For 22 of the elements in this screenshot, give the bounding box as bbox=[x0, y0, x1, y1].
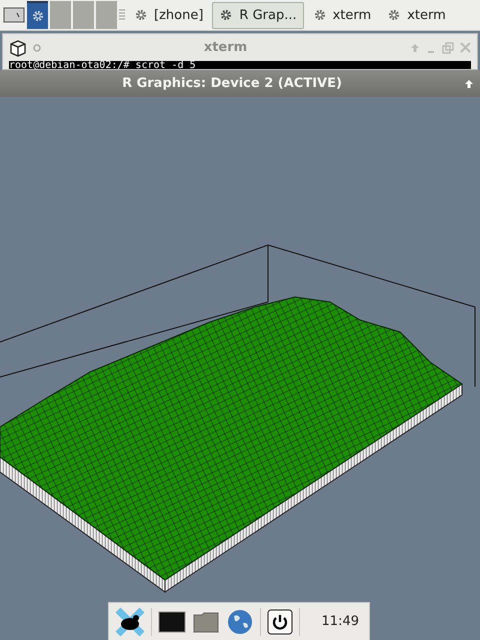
gear-icon bbox=[312, 8, 327, 22]
globe-icon[interactable] bbox=[226, 608, 254, 636]
gear-icon bbox=[30, 9, 44, 23]
window-icon[interactable] bbox=[3, 7, 25, 23]
handle-icon[interactable] bbox=[119, 9, 125, 21]
mouse-logo-icon[interactable] bbox=[115, 606, 145, 636]
up-arrow-icon[interactable] bbox=[464, 78, 474, 88]
gear-icon bbox=[134, 8, 148, 22]
task-button[interactable]: xterm bbox=[306, 2, 378, 28]
task-button[interactable]: xterm bbox=[380, 2, 453, 28]
cube-icon[interactable] bbox=[9, 38, 27, 56]
task-button[interactable]: R Grap... bbox=[212, 2, 304, 28]
terminal-icon[interactable] bbox=[158, 610, 186, 632]
clock: 11:49 bbox=[322, 614, 359, 629]
window-title: xterm bbox=[202, 40, 248, 55]
workspace-button[interactable] bbox=[27, 1, 48, 29]
task-button[interactable]: [zhone] bbox=[127, 2, 210, 28]
window-title: R Graphics: Device 2 (ACTIVE) bbox=[121, 76, 343, 91]
gear-icon bbox=[387, 8, 402, 22]
folder-icon[interactable] bbox=[192, 610, 220, 634]
gear-icon bbox=[219, 8, 234, 22]
power-button[interactable] bbox=[267, 608, 293, 634]
